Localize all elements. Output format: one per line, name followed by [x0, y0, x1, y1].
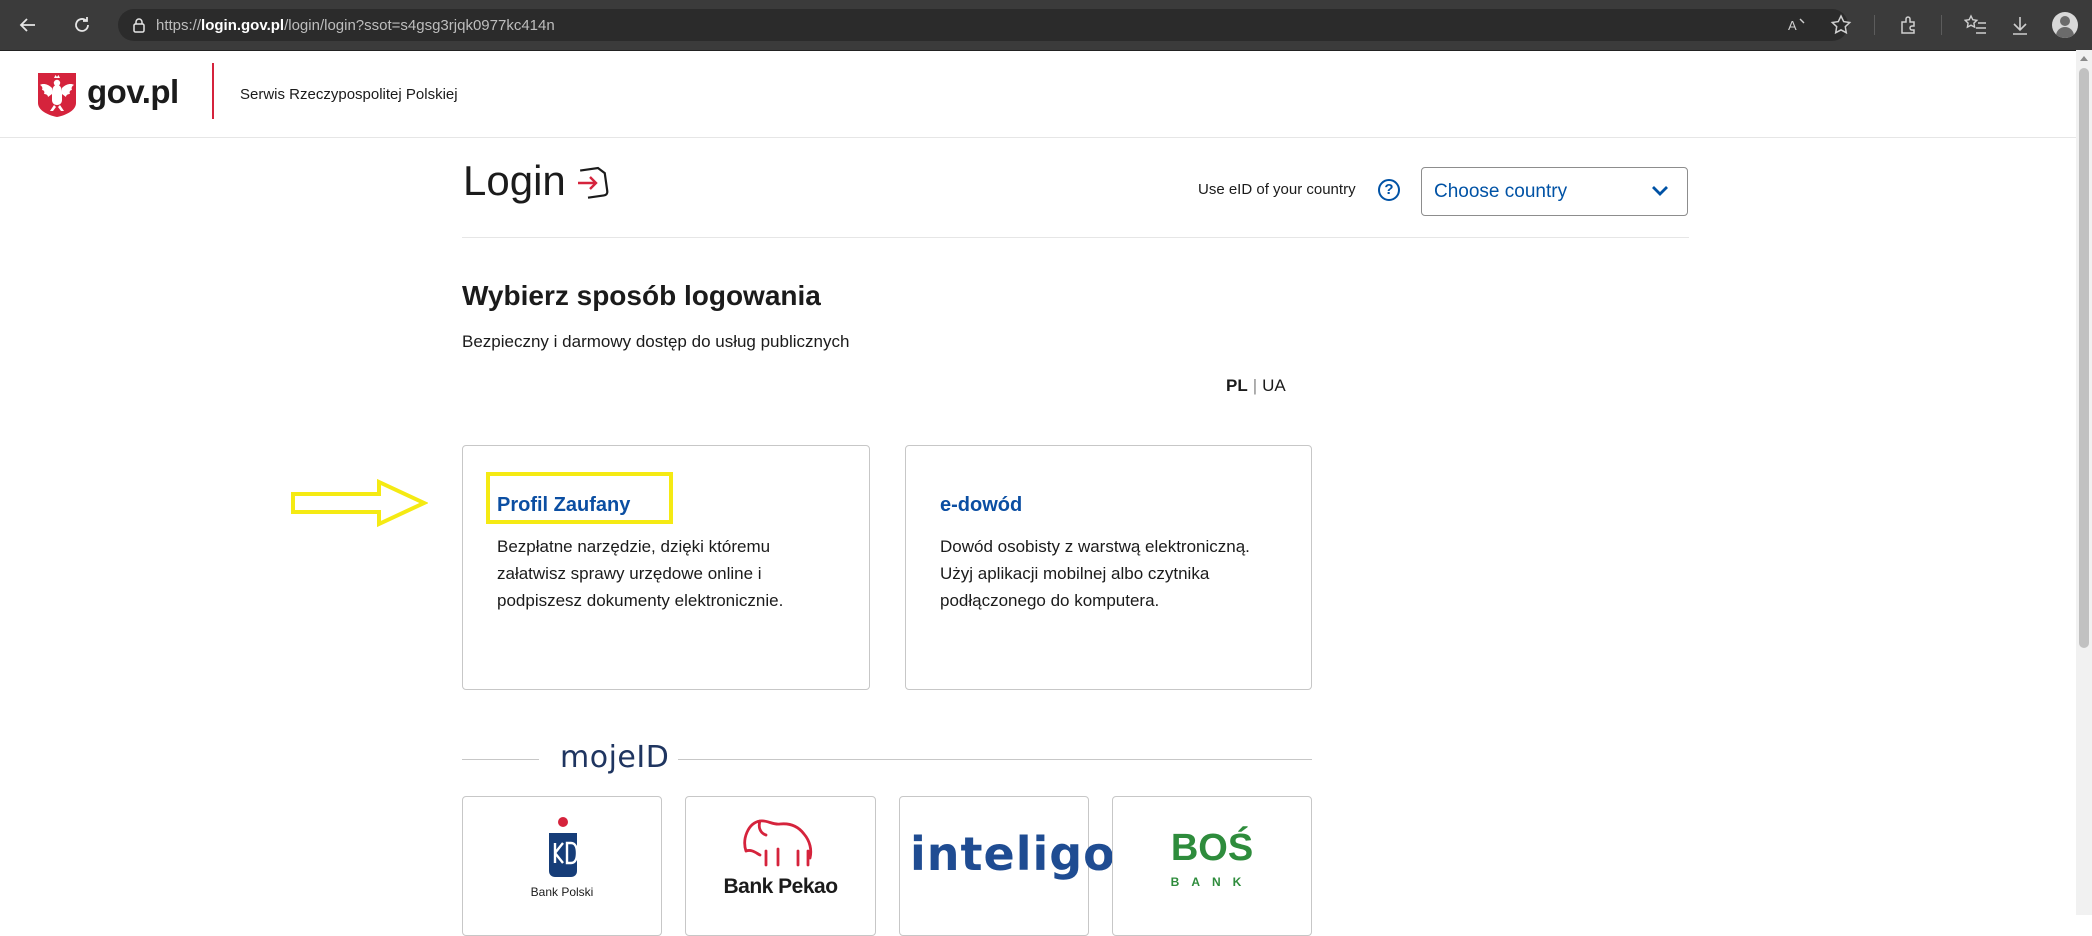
header-divider — [212, 63, 214, 119]
lang-pl-link[interactable]: PL — [1226, 376, 1248, 395]
pko-logo-icon — [549, 817, 579, 877]
scrollbar-thumb[interactable] — [2079, 68, 2089, 648]
read-aloud-icon[interactable]: A — [1788, 16, 1808, 34]
divider-line — [462, 759, 539, 760]
arrow-annotation-icon — [291, 478, 428, 528]
site-header: gov.pl Serwis Rzeczypospolitej Polskiej — [0, 51, 2076, 138]
page-subheading: Bezpieczny i darmowy dostęp do usług pub… — [462, 332, 850, 351]
refresh-button[interactable] — [72, 0, 92, 50]
toolbar-separator — [1874, 15, 1875, 35]
bank-name: inteligo — [910, 827, 1116, 881]
bank-tile-bos[interactable]: BOŚ BANK — [1112, 796, 1312, 936]
service-name: Serwis Rzeczypospolitej Polskiej — [240, 86, 458, 103]
url-text: https://login.gov.pl/login/login?ssot=s4… — [156, 16, 555, 34]
login-icon — [578, 166, 609, 199]
bank-tile-pko[interactable]: Bank Polski — [462, 796, 662, 936]
bank-subname: BANK — [1170, 875, 1254, 889]
refresh-icon — [75, 17, 89, 32]
e-dowod-card[interactable]: e-dowód Dowód osobisty z warstwą elektro… — [905, 445, 1312, 690]
polish-eagle-logo[interactable] — [36, 71, 78, 117]
header-rule — [462, 237, 1689, 238]
login-title: Login — [463, 157, 566, 204]
lock-icon — [133, 18, 145, 33]
language-switcher: PL | UA — [1226, 376, 1286, 396]
favorite-icon[interactable] — [1830, 14, 1852, 36]
bank-name: BOŚ — [1170, 827, 1254, 869]
bank-name: Bank Polski — [530, 885, 594, 899]
profile-icon[interactable] — [2052, 12, 2078, 38]
back-button[interactable] — [18, 0, 38, 50]
country-select[interactable]: Choose country — [1421, 167, 1688, 216]
bison-logo-icon — [743, 819, 813, 867]
back-arrow-icon — [19, 18, 35, 32]
lang-separator: | — [1252, 376, 1258, 395]
highlight-box — [486, 472, 673, 524]
country-select-value: Choose country — [1434, 181, 1568, 202]
help-icon[interactable]: ? — [1378, 179, 1400, 201]
card-description: Dowód osobisty z warstwą elektroniczną. … — [940, 537, 1250, 610]
eid-label: Use eID of your country — [1198, 181, 1356, 198]
favorites-list-icon[interactable] — [1964, 14, 1988, 36]
gov-pl-logo-text[interactable]: gov.pl — [87, 73, 179, 111]
divider-line — [678, 759, 1312, 760]
card-title[interactable]: e-dowód — [940, 494, 1022, 517]
card-description: Bezpłatne narzędzie, dzięki któremu zała… — [497, 537, 784, 610]
address-bar[interactable]: https://login.gov.pl/login/login?ssot=s4… — [118, 9, 1848, 41]
bank-name: Bank Pekao — [723, 875, 838, 898]
download-icon[interactable] — [2010, 14, 2030, 36]
bank-tile-pekao[interactable]: Bank Pekao — [685, 796, 876, 936]
lang-ua-link[interactable]: UA — [1262, 376, 1286, 395]
chevron-down-icon — [1652, 186, 1668, 196]
browser-toolbar: https://login.gov.pl/login/login?ssot=s4… — [0, 0, 2092, 51]
page-heading: Wybierz sposób logowania — [462, 280, 821, 311]
toolbar-separator — [1941, 15, 1942, 35]
extensions-icon[interactable] — [1897, 14, 1919, 36]
scroll-up-icon[interactable] — [2080, 56, 2088, 61]
svg-text:A: A — [1788, 18, 1797, 33]
mojeid-logo: mojeID — [560, 740, 670, 775]
bank-tile-inteligo[interactable]: inteligo — [899, 796, 1115, 936]
